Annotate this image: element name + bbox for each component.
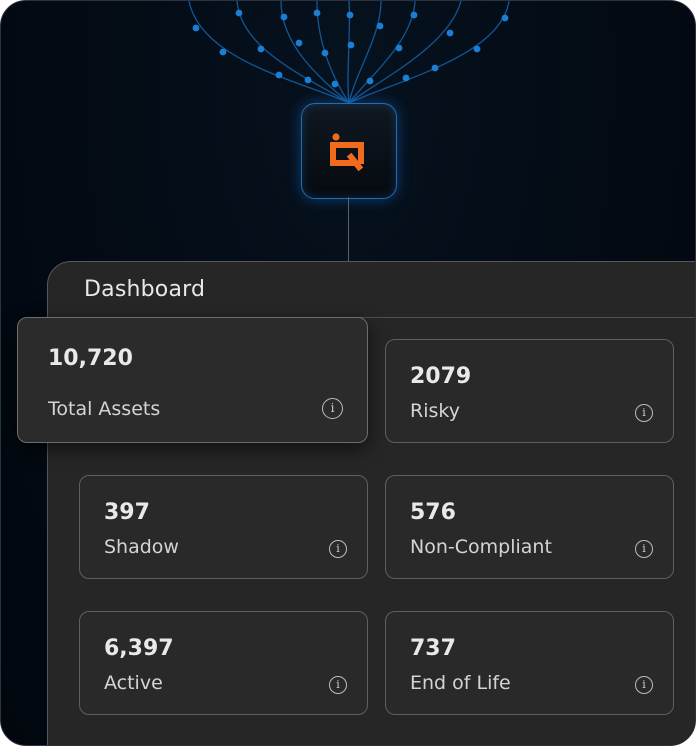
stat-label: Non-Compliant xyxy=(410,536,552,558)
stat-label: End of Life xyxy=(410,672,511,694)
stat-value: 737 xyxy=(410,636,456,661)
stat-value: 397 xyxy=(104,500,150,525)
stat-label: Shadow xyxy=(104,536,179,558)
stat-card-end-of-life[interactable]: 737 End of Life i xyxy=(385,611,674,715)
stat-card-total-assets[interactable]: 10,720 Total Assets i xyxy=(17,317,368,443)
info-icon[interactable]: i xyxy=(635,404,653,422)
stat-card-active[interactable]: 6,397 Active i xyxy=(79,611,368,715)
connector-line xyxy=(348,197,349,261)
stat-label: Total Assets xyxy=(48,398,161,420)
dashboard-header: Dashboard xyxy=(47,261,695,318)
info-icon[interactable]: i xyxy=(329,676,347,694)
stat-card-non-compliant[interactable]: 576 Non-Compliant i xyxy=(385,475,674,579)
info-icon[interactable]: i xyxy=(635,540,653,558)
stat-card-shadow[interactable]: 397 Shadow i xyxy=(79,475,368,579)
stat-label: Active xyxy=(104,672,163,694)
dashboard-title: Dashboard xyxy=(84,277,206,302)
info-icon[interactable]: i xyxy=(322,398,343,419)
info-icon[interactable]: i xyxy=(635,676,653,694)
stat-value: 576 xyxy=(410,500,456,525)
stat-card-risky[interactable]: 2079 Risky i xyxy=(385,339,674,443)
brand-logo-icon xyxy=(330,133,364,172)
stat-value: 10,720 xyxy=(48,346,133,371)
stat-label: Risky xyxy=(410,400,460,422)
info-icon[interactable]: i xyxy=(329,540,347,558)
app-frame: Dashboard 10,720 Total Assets i 2079 Ris… xyxy=(0,0,696,746)
stat-value: 6,397 xyxy=(104,636,174,661)
logo-tile[interactable] xyxy=(301,103,397,199)
stat-value: 2079 xyxy=(410,364,472,389)
